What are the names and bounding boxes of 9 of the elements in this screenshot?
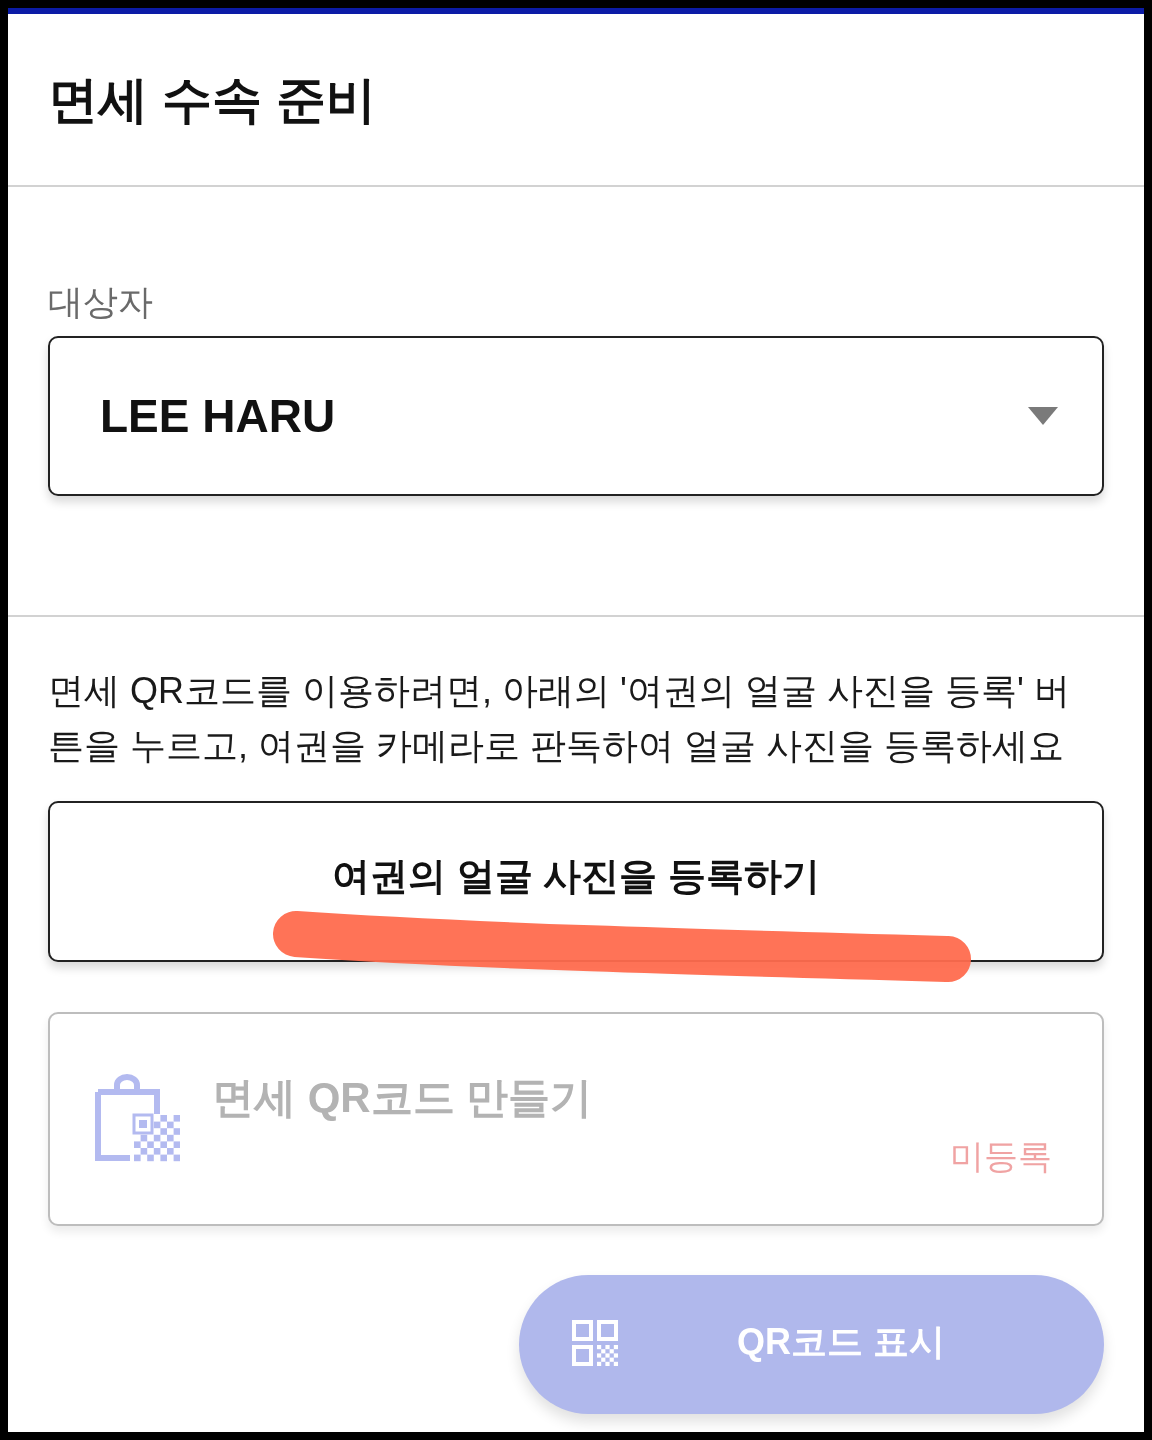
- caret-icon: [1028, 407, 1058, 425]
- status-text: 미등록: [950, 1136, 1052, 1177]
- field-label: 대상자: [48, 282, 154, 322]
- traveler-select[interactable]: LEE HARU: [48, 336, 1104, 496]
- card-title: 면세 QR코드 만들기: [212, 1073, 593, 1123]
- instruction-text: 면세 QR코드를 이용하려면, 아래의 '여권의 얼굴 사진을 등록' 버튼을 누르고, 여권을 카메라로 판독하여 얼굴 사진을 등록하세요: [48, 669, 1071, 768]
- page-title: 면세 수속 준비: [48, 70, 376, 130]
- shopping-bag-qr-icon: [95, 1074, 180, 1164]
- qr-code-icon: [572, 1319, 618, 1366]
